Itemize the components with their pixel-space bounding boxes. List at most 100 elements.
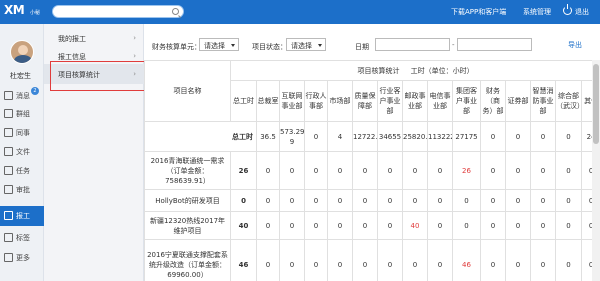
table-cell: 0: [505, 239, 531, 281]
unread-badge: 2: [31, 87, 39, 95]
file-icon: [4, 147, 13, 156]
rail-item-group[interactable]: 群组: [0, 104, 44, 124]
rail-item-label: 标签: [16, 234, 30, 242]
table-cell: 0: [530, 239, 556, 281]
table-cell: 46: [452, 239, 481, 281]
chevron-right-icon: ›: [133, 34, 136, 42]
column-header: 综合部（武汉）: [555, 80, 582, 122]
avatar[interactable]: [10, 40, 34, 64]
report-icon: [4, 211, 13, 220]
rail-item-label: 群组: [16, 110, 30, 118]
table-title: 项目核算统计: [357, 66, 400, 75]
logout-link[interactable]: 退出: [575, 7, 589, 17]
annotation-highlight-box: [50, 61, 149, 91]
export-button[interactable]: 导出: [568, 40, 582, 50]
column-header: 总裁室: [256, 80, 280, 122]
date-filter-label: 日期: [355, 43, 369, 51]
total-row-label: 总工时: [144, 121, 257, 152]
left-rail: 杜宏生 消息 2 群组 同事 文件 任务 审批 报工 标签 更多: [0, 24, 44, 281]
dropdown-arrow-icon: [318, 44, 322, 47]
table-cell: 0: [327, 239, 353, 281]
table-row: 2016宁夏联通支撑配套系统升级改造（订单金额：69960.00） 46 0 0…: [144, 239, 600, 281]
logout-icon[interactable]: [563, 4, 572, 15]
column-header: 财务（商务）部: [480, 80, 506, 122]
table-cell: 0: [352, 151, 378, 190]
app-logo[interactable]: XM: [4, 3, 25, 17]
rail-item-message[interactable]: 消息 2: [0, 86, 44, 106]
column-header: 质量保障部: [352, 80, 378, 122]
column-header: 互联网事业部: [279, 80, 305, 122]
column-header: 智慧消防事业部: [530, 80, 556, 122]
vertical-scrollbar[interactable]: [592, 60, 600, 281]
table-cell: 0: [352, 211, 378, 240]
dropdown-arrow-icon: [231, 44, 235, 47]
submenu-item-my-report[interactable]: 我的报工 ›: [44, 28, 144, 48]
table-cell: 36.5: [256, 121, 280, 152]
rail-item-colleague[interactable]: 同事: [0, 123, 44, 143]
rail-item-report[interactable]: 报工: [0, 206, 44, 226]
start-date-input[interactable]: [375, 38, 450, 51]
table-row: 2016青海联通统一需求（订单金额：758639.91） 26 0 0 0 0 …: [144, 151, 600, 190]
app-logo-sub: 小秘: [30, 10, 41, 16]
table-cell: 0: [427, 189, 453, 212]
chevron-right-icon: ›: [133, 52, 136, 60]
rail-item-label: 文件: [16, 148, 30, 156]
table-cell: 0: [555, 121, 582, 152]
table-row: 新疆12320热线2017年维护项目 40 0 0 0 0 0 0 40 0 0…: [144, 211, 600, 240]
tag-icon: [4, 233, 13, 242]
project-stats-table: 项目名称 项目核算统计 工时（单位：小时） 总工时 总裁室 互联网事业部 行政人…: [144, 60, 600, 281]
table-cell: 46: [230, 239, 257, 281]
table-cell: 0: [377, 239, 403, 281]
status-select[interactable]: 请选择: [286, 38, 326, 51]
rail-item-label: 消息: [16, 92, 30, 100]
table-cell: 0: [304, 239, 328, 281]
user-name: 杜宏生: [10, 72, 31, 80]
table-cell: 0: [530, 211, 556, 240]
column-header: 邮政事业部: [402, 80, 428, 122]
rail-item-label: 审批: [16, 186, 30, 194]
task-icon: [4, 166, 13, 175]
table-unit: 工时（单位：小时）: [410, 66, 474, 75]
table-cell: 0: [327, 151, 353, 190]
rail-item-label: 报工: [16, 212, 30, 220]
table-cell: 0: [402, 239, 428, 281]
submenu-item-label: 我的报工: [58, 35, 86, 43]
dept-select-value: 请选择: [204, 42, 225, 50]
table-cell: 27175: [452, 121, 481, 152]
table-cell: 0: [480, 121, 506, 152]
table-cell: 4: [327, 121, 353, 152]
dept-select[interactable]: 请选择: [199, 38, 239, 51]
table-cell: 0: [530, 189, 556, 212]
table-cell: 0: [402, 151, 428, 190]
table-cell: 0: [304, 189, 328, 212]
project-name-cell: 2016青海联通统一需求（订单金额：758639.91）: [144, 151, 231, 190]
more-icon: [4, 253, 13, 262]
table-cell: 0: [377, 189, 403, 212]
status-select-value: 请选择: [291, 42, 312, 50]
rail-item-task[interactable]: 任务: [0, 161, 44, 181]
end-date-input[interactable]: [457, 38, 532, 51]
system-admin-link[interactable]: 系统管理: [523, 7, 551, 17]
table-cell: 0: [279, 239, 305, 281]
group-icon: [4, 109, 13, 118]
project-name-cell: 新疆12320热线2017年维护项目: [144, 211, 231, 240]
approval-icon: [4, 185, 13, 194]
rail-item-approval[interactable]: 审批: [0, 180, 44, 200]
global-search-input[interactable]: [52, 5, 184, 18]
table-cell: 0: [279, 189, 305, 212]
table-cell: 0: [427, 239, 453, 281]
table-cell: 34655: [377, 121, 403, 152]
table-cell: 0: [505, 151, 531, 190]
dept-filter-label: 财务核算单元：: [152, 43, 201, 51]
rail-item-file[interactable]: 文件: [0, 142, 44, 162]
table-cell: 40: [230, 211, 257, 240]
search-icon[interactable]: [172, 8, 179, 15]
scrollbar-thumb[interactable]: [593, 64, 599, 144]
total-row: 总工时 36.5 573.29 9 0 4 12722.5 34655 2582…: [144, 121, 600, 152]
rail-item-label: 任务: [16, 167, 30, 175]
rail-item-tag[interactable]: 标签: [0, 228, 44, 248]
download-app-link[interactable]: 下载APP和客户端: [451, 7, 506, 17]
rail-item-more[interactable]: 更多: [0, 248, 44, 268]
column-header: 证券部: [505, 80, 531, 122]
message-icon: [4, 91, 13, 100]
